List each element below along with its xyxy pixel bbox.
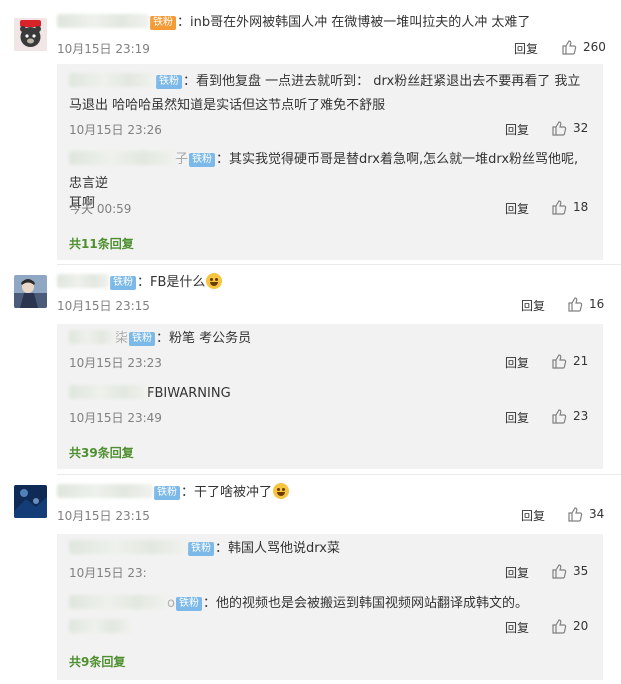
fan-badge: 铁粉: [129, 332, 156, 346]
thumbs-up-icon: [552, 619, 567, 634]
comment-text: 铁粉 ：inb哥在外网被韩国人冲 在微博被一堆叫拉夫的人冲 太难了: [57, 13, 609, 33]
more-replies-link[interactable]: 共11条回复: [69, 235, 134, 252]
username-blurred[interactable]: [57, 14, 149, 28]
reply-button[interactable]: 回复: [505, 354, 529, 371]
like-count: 23: [573, 409, 589, 423]
username-blurred[interactable]: [69, 385, 147, 399]
reply-time: 10月15日 23:26: [69, 123, 162, 137]
thumbs-up-icon: [552, 121, 567, 136]
reply-text: FBIWARNING: [69, 382, 591, 406]
username-blurred[interactable]: [69, 330, 115, 344]
reply-list: 铁粉 ：看到他复盘 一点进去就听到： drx粉丝赶紧退出去不要再看了 我立 马退出…: [57, 64, 603, 260]
username-blurred[interactable]: [69, 595, 167, 609]
fan-badge: 铁粉: [150, 16, 176, 30]
like-count: 21: [573, 354, 589, 368]
like-count: 16: [589, 297, 605, 311]
username-blurred[interactable]: [57, 274, 109, 288]
reply-button[interactable]: 回复: [505, 200, 529, 217]
reply-time: 10月15日 23:49: [69, 411, 162, 425]
thinking-emoji-icon: [206, 273, 223, 289]
reply-time-blurred: [69, 619, 131, 634]
reply-button[interactable]: 回复: [505, 409, 529, 426]
reply-text: 柒铁粉 ：粉笔 考公务员: [69, 327, 591, 351]
reply-time: 今天 00:59: [69, 202, 132, 216]
thumbs-up-icon: [552, 409, 567, 424]
comment-time: 10月15日 23:19: [57, 42, 150, 56]
reply-button[interactable]: 回复: [521, 297, 545, 314]
fan-badge: 铁粉: [110, 276, 136, 290]
comment-1: 铁粉 ：inb哥在外网被韩国人冲 在微博被一堆叫拉夫的人冲 太难了 10月15日 …: [0, 0, 621, 264]
reply-time: 10月15日 23:23: [69, 356, 162, 370]
username-blurred[interactable]: [57, 484, 153, 498]
fan-badge: 铁粉: [156, 75, 182, 89]
comment-3: 铁粉 ：干了啥被冲了 10月15日 23:15 回复 34 铁粉 ：韩国人骂他说dr…: [0, 474, 621, 684]
reply-button[interactable]: 回复: [514, 40, 538, 57]
reply-button[interactable]: 回复: [505, 619, 529, 636]
night-scene-avatar-icon: [14, 485, 47, 518]
anime-avatar-icon: [14, 275, 47, 308]
reply-time: 10月15日 23:: [69, 566, 147, 580]
avatar[interactable]: [14, 18, 47, 51]
reply-button[interactable]: 回复: [505, 564, 529, 581]
thumbs-up-icon: [568, 297, 583, 312]
like-count: 35: [573, 564, 589, 578]
more-replies-link[interactable]: 共39条回复: [69, 444, 134, 461]
comment-time: 10月15日 23:15: [57, 299, 150, 313]
more-replies-link[interactable]: 共9条回复: [69, 653, 125, 670]
like-count: 20: [573, 619, 589, 633]
comment-2: 铁粉 ：FB是什么 10月15日 23:15 回复 16 柒铁粉 ：粉笔 考公务员 …: [0, 264, 621, 474]
reply-list: 铁粉 ：韩国人骂他说drx菜 10月15日 23: 回复 35 o 铁粉 ：他的视频也…: [57, 534, 603, 680]
fan-badge: 铁粉: [189, 153, 216, 167]
reply-list: 柒铁粉 ：粉笔 考公务员 10月15日 23:23 回复 21 FBIWARNIN…: [57, 324, 603, 469]
thumbs-up-icon: [568, 507, 583, 522]
like-count: 34: [589, 507, 605, 521]
reply-button[interactable]: 回复: [505, 121, 529, 138]
avatar[interactable]: [14, 485, 47, 518]
reply-text: o 铁粉 ：他的视频也是会被搬运到韩国视频网站翻译成韩文的。: [69, 592, 591, 616]
thumbs-up-icon: [552, 354, 567, 369]
reply-text: 铁粉 ：韩国人骂他说drx菜: [69, 537, 591, 561]
thumbs-up-icon: [552, 200, 567, 215]
reply-text: 铁粉 ：看到他复盘 一点进去就听到： drx粉丝赶紧退出去不要再看了 我立 马退出…: [69, 73, 581, 113]
like-count: 18: [573, 200, 589, 214]
avatar[interactable]: [14, 275, 47, 308]
comment-text: 铁粉 ：FB是什么: [57, 273, 609, 293]
username-blurred[interactable]: [69, 540, 187, 554]
username-blurred[interactable]: [69, 73, 155, 87]
thumbs-up-icon: [552, 564, 567, 579]
comment-time: 10月15日 23:15: [57, 509, 150, 523]
bear-avatar-icon: [14, 18, 47, 51]
reply-button[interactable]: 回复: [521, 507, 545, 524]
laughing-emoji-icon: [273, 483, 290, 499]
username-blurred[interactable]: [69, 151, 175, 165]
fan-badge: 铁粉: [175, 597, 202, 611]
fan-badge: 铁粉: [154, 486, 180, 500]
thumbs-up-icon: [562, 40, 577, 55]
fan-badge: 铁粉: [188, 542, 214, 556]
like-count: 32: [573, 121, 589, 135]
like-count: 260: [583, 40, 606, 54]
comment-text: 铁粉 ：干了啥被冲了: [57, 483, 609, 503]
